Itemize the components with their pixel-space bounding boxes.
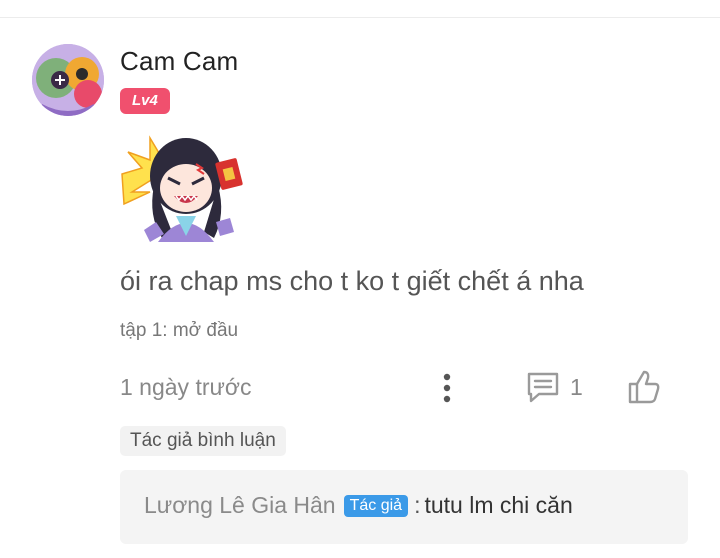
avatar[interactable]: [32, 44, 104, 116]
reply-author[interactable]: Lương Lê Gia Hân: [144, 492, 336, 518]
reply-preview[interactable]: Lương Lê Gia Hân Tác giả: tutu lm chi căn: [120, 470, 688, 544]
more-vertical-icon[interactable]: [435, 372, 459, 404]
reply-count: 1: [570, 374, 583, 400]
timestamp: 1 ngày trước: [120, 374, 252, 400]
author-badge: Tác giả: [343, 495, 409, 517]
reply-line: Lương Lê Gia Hân Tác giả: tutu lm chi căn: [144, 492, 573, 519]
reply-separator: :: [414, 492, 421, 518]
avatar-image: [32, 44, 104, 116]
reply-text: tutu lm chi căn: [424, 492, 573, 518]
level-badge: Lv4: [120, 88, 170, 114]
comment-page: Cam Cam Lv4 ói ra chap ms cho t ko t giế…: [0, 0, 720, 558]
author-commented-tag: Tác giả bình luận: [120, 426, 286, 456]
comment-text: ói ra chap ms cho t ko t giết chết á nha: [120, 266, 584, 296]
sticker-image: [120, 130, 248, 248]
chapter-link[interactable]: tập 1: mở đầu: [120, 320, 238, 342]
thumbs-up-icon[interactable]: [626, 368, 662, 406]
comment-actions: 1 ngày trước 1: [120, 366, 680, 410]
top-divider: [0, 17, 720, 18]
comment-icon[interactable]: [525, 370, 561, 404]
username[interactable]: Cam Cam: [120, 46, 238, 77]
